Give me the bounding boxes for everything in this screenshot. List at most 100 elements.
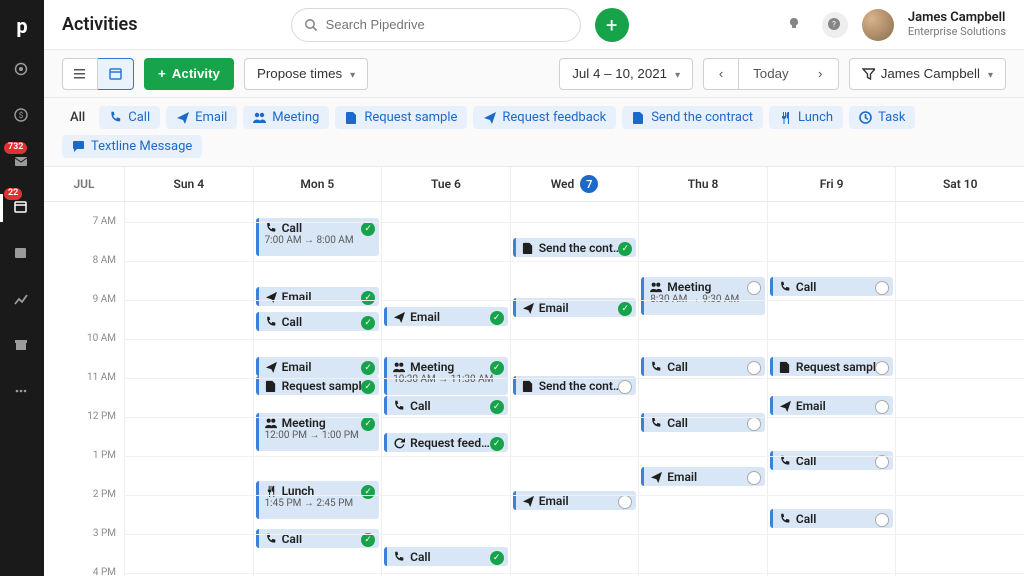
- tips-icon[interactable]: [782, 12, 808, 38]
- calendar-body: 7 AM8 AM9 AM10 AM11 AM12 PM1 PM2 PM3 PM4…: [44, 202, 1024, 576]
- event-request-sample[interactable]: Request sample: [770, 357, 894, 376]
- next-week-button[interactable]: ›: [803, 58, 839, 90]
- rail-leads[interactable]: [0, 56, 44, 84]
- status-dot: [361, 361, 375, 375]
- day-header: Fri 9: [767, 167, 896, 201]
- rail-activities[interactable]: 22: [0, 194, 44, 222]
- hour-label: 9 AM: [44, 294, 124, 333]
- event-call[interactable]: Call: [641, 413, 765, 432]
- event-send-the-cont-[interactable]: Send the cont…: [513, 238, 637, 257]
- user-menu[interactable]: James Campbell Enterprise Solutions: [908, 11, 1006, 37]
- status-dot: [361, 485, 375, 499]
- event-email[interactable]: Email: [513, 298, 637, 317]
- phone-icon: [265, 533, 277, 545]
- topbar: Activities + James Campbell Enterprise S…: [44, 0, 1024, 50]
- logo: p: [16, 14, 27, 38]
- event-call[interactable]: Call7:00 AM → 8:00 AM: [256, 218, 380, 256]
- event-call[interactable]: Call: [770, 277, 894, 296]
- mail-badge: 732: [4, 142, 27, 154]
- phone-icon: [779, 455, 791, 467]
- event-meeting[interactable]: Meeting10:30 AM → 11:30 AM: [384, 357, 508, 395]
- chip-request-sample[interactable]: Request sample: [335, 106, 467, 129]
- search-box[interactable]: [291, 8, 581, 42]
- chip-email[interactable]: Email: [166, 106, 237, 129]
- activity-type-filters: All Call Email Meeting Request sample Reques…: [44, 98, 1024, 167]
- chip-meeting[interactable]: Meeting: [243, 106, 329, 129]
- send-icon: [393, 311, 405, 323]
- event-email[interactable]: Email: [513, 491, 637, 510]
- event-email[interactable]: Email: [641, 467, 765, 486]
- today-button[interactable]: Today: [739, 58, 803, 90]
- chip-call[interactable]: Call: [99, 106, 160, 129]
- chip-request-feedback[interactable]: Request feedback: [473, 106, 616, 129]
- hour-label: 10 AM: [44, 333, 124, 372]
- rail-insights[interactable]: [0, 286, 44, 314]
- event-call[interactable]: Call: [256, 529, 380, 548]
- status-dot: [747, 361, 761, 375]
- avatar[interactable]: [862, 9, 894, 41]
- phone-icon: [393, 551, 405, 563]
- user-filter-button[interactable]: James Campbell: [849, 58, 1006, 90]
- event-call[interactable]: Call: [384, 396, 508, 415]
- day-header: Sun 4: [124, 167, 253, 201]
- event-email[interactable]: Email: [256, 287, 380, 306]
- phone-icon: [650, 361, 662, 373]
- event-send-the-cont-[interactable]: Send the cont…: [513, 376, 637, 395]
- event-call[interactable]: Call: [256, 312, 380, 331]
- people-icon: [393, 361, 405, 373]
- time-gutter: 7 AM8 AM9 AM10 AM11 AM12 PM1 PM2 PM3 PM4…: [44, 202, 124, 576]
- rail-more[interactable]: [0, 378, 44, 406]
- hour-label: 2 PM: [44, 489, 124, 528]
- view-list-button[interactable]: [62, 58, 98, 90]
- status-dot: [361, 291, 375, 305]
- status-dot: [490, 361, 504, 375]
- event-meeting[interactable]: Meeting12:00 PM → 1:00 PM: [256, 413, 380, 451]
- event-call[interactable]: Call: [641, 357, 765, 376]
- event-email[interactable]: Email: [384, 307, 508, 326]
- day-column: Call Request sample Email Call Call: [767, 202, 896, 576]
- view-calendar-button[interactable]: [98, 58, 134, 90]
- people-icon: [265, 417, 277, 429]
- prev-week-button[interactable]: ‹: [703, 58, 739, 90]
- chip-send-the-contract[interactable]: Send the contract: [622, 106, 763, 129]
- event-request-sample[interactable]: Request sample: [256, 376, 380, 395]
- date-nav: ‹ Today ›: [703, 58, 839, 90]
- help-icon[interactable]: [822, 12, 848, 38]
- rail-contacts[interactable]: [0, 240, 44, 268]
- day-column: EmailMeeting10:30 AM → 11:30 AMCallReque…: [381, 202, 510, 576]
- chip-all[interactable]: All: [62, 106, 93, 129]
- search-input[interactable]: [326, 17, 568, 32]
- event-call[interactable]: Call: [770, 451, 894, 470]
- phone-icon: [779, 513, 791, 525]
- day-column: [124, 202, 253, 576]
- chip-lunch[interactable]: Lunch: [769, 106, 843, 129]
- event-call[interactable]: Call: [384, 547, 508, 566]
- event-request-feed-[interactable]: Request feed…: [384, 433, 508, 452]
- propose-times-button[interactable]: Propose times: [244, 58, 368, 90]
- send-icon: [522, 302, 534, 314]
- event-lunch[interactable]: Lunch1:45 PM → 2:45 PM: [256, 481, 380, 519]
- date-range-picker[interactable]: Jul 4 – 10, 2021: [559, 58, 693, 90]
- event-meeting[interactable]: Meeting8:30 AM → 9:30 AM: [641, 277, 765, 315]
- status-dot: [361, 533, 375, 547]
- phone-icon: [265, 222, 277, 234]
- status-dot: [618, 302, 632, 316]
- day-header: Thu 8: [638, 167, 767, 201]
- rail-products[interactable]: [0, 332, 44, 360]
- rail-deals[interactable]: [0, 102, 44, 130]
- day-header: Tue 6: [381, 167, 510, 201]
- status-dot: [361, 417, 375, 431]
- status-dot: [747, 417, 761, 431]
- chip-textline-message[interactable]: Textline Message: [62, 135, 202, 158]
- doc-icon: [522, 380, 534, 392]
- user-name: James Campbell: [908, 11, 1006, 25]
- add-activity-button[interactable]: +Activity: [144, 58, 234, 90]
- event-email[interactable]: Email: [770, 396, 894, 415]
- global-add-button[interactable]: +: [595, 8, 629, 42]
- event-email[interactable]: Email: [256, 357, 380, 376]
- day-header: Sat 10: [895, 167, 1024, 201]
- event-call[interactable]: Call: [770, 509, 894, 528]
- hour-label: 8 AM: [44, 255, 124, 294]
- rail-mail[interactable]: 732: [0, 148, 44, 176]
- chip-task[interactable]: Task: [849, 106, 915, 129]
